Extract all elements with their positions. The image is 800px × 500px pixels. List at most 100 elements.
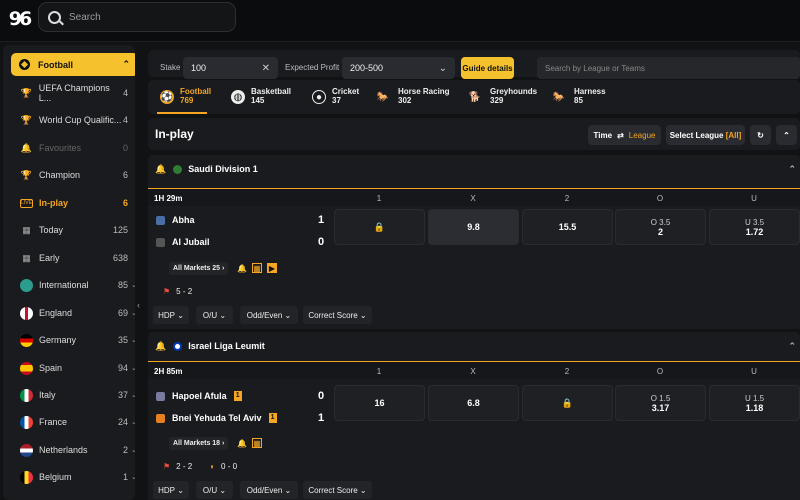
calendar-icon: ▦ (22, 224, 31, 235)
tab-football[interactable]: ⚽ Football 769 (160, 87, 211, 105)
filter-correct-score[interactable]: Correct Score ⌄ (303, 481, 372, 499)
site-logo[interactable]: 96 (6, 6, 32, 32)
sidebar-item-count: 125 (112, 225, 128, 235)
stake-input[interactable]: 100 ✕ (183, 57, 278, 79)
tab-harness[interactable]: 🐎 Harness 85 (550, 87, 606, 105)
collapse-all-icon[interactable]: ⌃ (776, 125, 797, 145)
chevron-down-icon: ⌄ (131, 447, 135, 454)
sidebar-item-belgium[interactable]: Belgium 1 ⌄ (11, 467, 135, 487)
sidebar-item-uefa[interactable]: 🏆 UEFA Champions L... 4 (11, 83, 135, 103)
tab-horse-racing[interactable]: 🐎 Horse Racing 302 (374, 87, 450, 105)
sidebar-item-favourites[interactable]: 🔔 Favourites 0 (11, 138, 135, 158)
cricket-icon: ● (312, 90, 326, 104)
sidebar-item-champion[interactable]: 🏆 Champion 6 (11, 165, 135, 185)
filter-ou[interactable]: O/U ⌄ (196, 481, 233, 499)
yellow-card-icon: 1 (233, 391, 242, 401)
odd-draw[interactable]: 6.8 (428, 385, 519, 421)
expected-profit-select[interactable]: 200-500 ⌄ (342, 57, 455, 79)
odd-draw[interactable]: 9.8 (428, 209, 519, 245)
corner-count: 2 - 2 (176, 462, 193, 471)
sport-name: Horse Racing (398, 87, 450, 96)
away-team-row: Bnei Yehuda Tel Aviv 1 (156, 413, 277, 423)
col-2: 2 (564, 194, 570, 203)
main-content: Stake 100 ✕ Expected Profit 200-500 ⌄ Guid… (148, 45, 800, 500)
filter-label: Odd/Even (246, 310, 283, 320)
bell-icon[interactable]: 🔔 (237, 263, 247, 273)
stats-icon[interactable]: ▦ (252, 438, 262, 448)
sort-toggle[interactable]: Time ⇄ League (588, 125, 661, 145)
league-header[interactable]: 🔔 Israel Liga Leumit ⌃ (148, 332, 800, 360)
sidebar-item-germany[interactable]: Germany 35 ⌄ (11, 330, 135, 350)
filter-odd-even[interactable]: Odd/Even ⌄ (240, 481, 298, 499)
sidebar-item-count: 69 (117, 308, 128, 318)
odd-home[interactable]: 16 (334, 385, 425, 421)
chevron-down-icon: ⌄ (438, 62, 447, 74)
chevron-up-icon[interactable]: ⌃ (788, 341, 796, 352)
sidebar-item-england[interactable]: England 69 ⌄ (11, 303, 135, 323)
stats-icon[interactable]: ▦ (252, 263, 262, 273)
select-league-button[interactable]: Select League [All] (666, 125, 745, 145)
match-stats: ⚑ 5 - 2 (163, 287, 192, 296)
sidebar-item-italy[interactable]: Italy 37 ⌄ (11, 385, 135, 405)
all-markets-button[interactable]: All Markets 18 › (169, 437, 229, 450)
odd-value: 2 (657, 226, 663, 237)
bell-icon[interactable]: 🔔 (155, 341, 166, 352)
filter-label: HDP (158, 310, 175, 320)
league-search-input[interactable]: Search by League or Teams (537, 57, 800, 79)
odd-over[interactable]: O 3.5 2 (615, 209, 706, 245)
sidebar-item-today[interactable]: ▦ Today 125 (11, 220, 135, 240)
all-markets-button[interactable]: All Markets 25 › (169, 262, 229, 275)
filter-correct-score[interactable]: Correct Score ⌄ (303, 306, 372, 324)
sidebar-item-spain[interactable]: Spain 94 ⌄ (11, 358, 135, 378)
italy-flag-icon (20, 388, 33, 402)
sidebar-sport-header[interactable]: Football ⌃ (11, 53, 135, 76)
guide-details-button[interactable]: Guide details (461, 57, 514, 79)
tab-basketball[interactable]: ◍ Basketball 145 (231, 87, 291, 105)
filter-hdp[interactable]: HDP ⌄ (153, 481, 189, 499)
chevron-up-icon[interactable]: ⌃ (788, 164, 796, 175)
league-header[interactable]: 🔔 Saudi Division 1 ⌃ (148, 155, 800, 183)
live-stream-icon[interactable]: ▶ (267, 263, 277, 273)
sidebar-item-early[interactable]: ▦ Early 638 (11, 248, 135, 268)
sidebar-item-international[interactable]: International 85 ⌄ (11, 275, 135, 295)
spain-flag-icon (20, 361, 33, 375)
bell-icon[interactable]: 🔔 (155, 164, 166, 175)
tab-cricket[interactable]: ● Cricket 37 (312, 87, 359, 105)
bell-icon: 🔔 (20, 142, 33, 153)
collapse-sidebar-icon[interactable]: ‹ (137, 300, 140, 310)
filter-label: Correct Score (308, 485, 358, 495)
odd-value: 15.5 (558, 222, 577, 232)
yellow-card-icon: 1 (268, 413, 277, 423)
odd-under[interactable]: U 3.5 1.72 (709, 209, 800, 245)
odd-over[interactable]: O 1.5 3.17 (615, 385, 706, 421)
clear-icon[interactable]: ✕ (262, 63, 270, 74)
sidebar-item-france[interactable]: France 24 ⌄ (11, 412, 135, 432)
odd-away[interactable]: 15.5 (522, 209, 613, 245)
filter-label: Odd/Even (246, 485, 283, 495)
filter-odd-even[interactable]: Odd/Even ⌄ (240, 306, 298, 324)
filter-ou[interactable]: O/U ⌄ (196, 306, 233, 324)
odd-value: 16 (374, 398, 385, 408)
sidebar-item-inplay[interactable]: LIVE In-play 6 (11, 193, 135, 213)
tab-greyhounds[interactable]: 🐕 Greyhounds 329 (466, 87, 537, 105)
odd-under[interactable]: U 1.5 1.18 (709, 385, 800, 421)
refresh-icon[interactable]: ↻ (750, 125, 771, 145)
profit-value: 200-500 (350, 63, 384, 73)
sidebar-item-worldcup[interactable]: 🏆 World Cup Qualific... 4 (11, 110, 135, 130)
live-icon: LIVE (20, 198, 33, 208)
bell-icon[interactable]: 🔔 (237, 438, 247, 448)
league-name: Saudi Division 1 (188, 164, 258, 174)
match-time: 2H 85m (154, 367, 183, 376)
col-x: X (470, 194, 476, 203)
col-1: 1 (376, 194, 382, 203)
col-under: U (751, 367, 757, 376)
sport-name: Basketball (251, 87, 292, 96)
sidebar-item-count: 2 (122, 445, 128, 455)
odd-line: O 1.5 (650, 393, 671, 403)
search-box[interactable]: Search (38, 2, 236, 32)
trophy-icon: 🏆 (20, 169, 33, 180)
sport-count: 85 (574, 96, 583, 105)
filter-hdp[interactable]: HDP ⌄ (153, 306, 189, 324)
sidebar-item-netherlands[interactable]: Netherlands 2 ⌄ (11, 440, 135, 460)
top-bar: 96 Search (0, 0, 800, 42)
